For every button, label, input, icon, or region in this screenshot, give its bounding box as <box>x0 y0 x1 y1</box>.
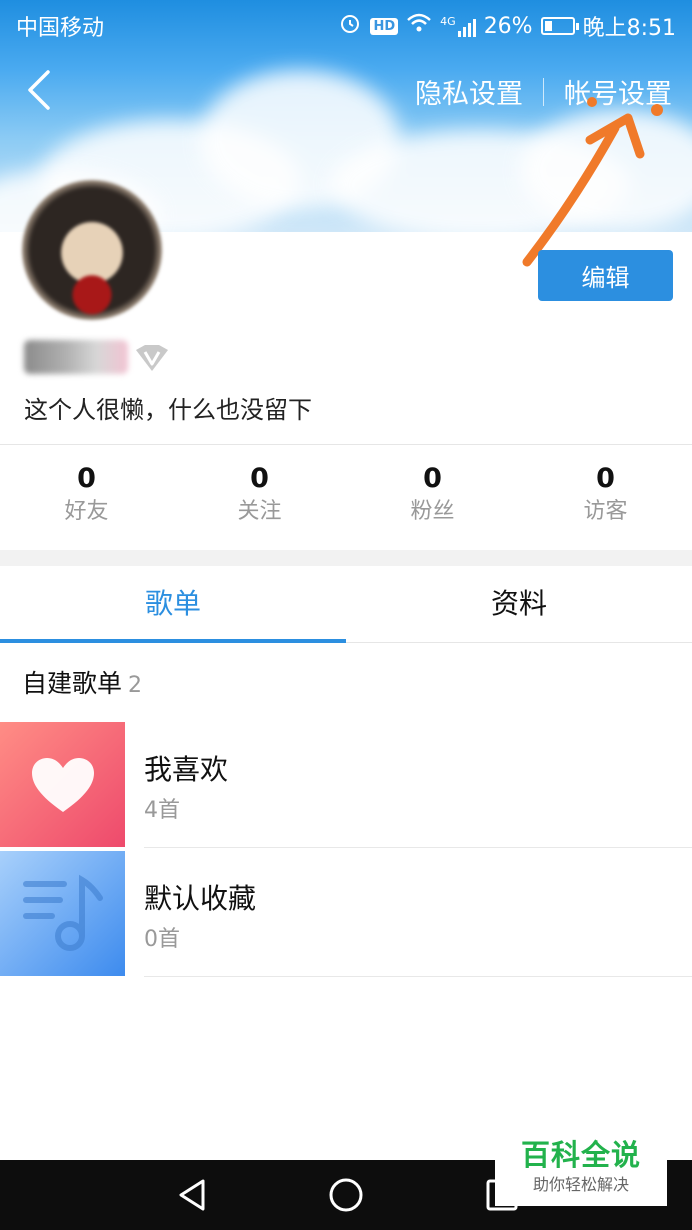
section-title-text: 自建歌单 <box>22 669 123 698</box>
watermark-title: 百科全说 <box>520 1138 641 1172</box>
avatar[interactable] <box>22 180 162 320</box>
clock: 晚上8:51 <box>582 16 676 41</box>
circle-home-icon <box>329 1178 363 1212</box>
playlist-name: 默认收藏 <box>144 882 257 915</box>
username <box>24 340 128 374</box>
wifi-icon <box>406 12 432 40</box>
stat-fans[interactable]: 0 粉丝 <box>346 462 519 542</box>
playlist-count: 4首 <box>144 798 180 823</box>
back-arrow-icon <box>28 70 50 110</box>
stats-row: 0 好友 0 关注 0 粉丝 0 访客 <box>0 462 692 542</box>
account-settings-link[interactable]: 帐号设置 <box>564 72 672 111</box>
battery-icon <box>540 17 579 35</box>
header-actions: 隐私设置 帐号设置 <box>415 72 672 111</box>
music-list-icon <box>22 874 103 951</box>
stat-label: 好友 <box>64 499 109 524</box>
stat-label: 粉丝 <box>410 499 455 524</box>
edit-profile-button[interactable]: 编辑 <box>538 250 673 301</box>
playlist-cover <box>0 722 125 847</box>
triangle-back-icon <box>179 1179 205 1211</box>
battery-percent: 26% <box>483 13 533 39</box>
stat-visitors[interactable]: 0 访客 <box>519 462 692 542</box>
signal-icon: 4G <box>440 15 476 37</box>
watermark: 百科全说 助你轻松解决 <box>495 1136 667 1206</box>
stat-value: 0 <box>423 463 442 494</box>
section-count: 2 <box>128 673 143 698</box>
stat-label: 访客 <box>583 499 628 524</box>
stat-friends[interactable]: 0 好友 <box>0 462 173 542</box>
privacy-settings-link[interactable]: 隐私设置 <box>415 72 523 111</box>
playlist-cover <box>0 851 125 976</box>
alarm-icon <box>338 11 362 41</box>
nav-back-button[interactable] <box>173 1175 213 1215</box>
divider <box>144 847 692 848</box>
stat-following[interactable]: 0 关注 <box>173 462 346 542</box>
network-type: 4G <box>440 15 456 28</box>
playlist-name: 我喜欢 <box>144 753 229 786</box>
section-gap <box>0 550 692 566</box>
tab-profile-info[interactable]: 资料 <box>346 566 692 642</box>
heart-icon <box>31 757 94 812</box>
profile-bio: 这个人很懒，什么也没留下 <box>24 396 312 424</box>
stat-value: 0 <box>77 463 96 494</box>
watermark-subtitle: 助你轻松解决 <box>532 1175 629 1194</box>
hd-icon: HD <box>370 17 399 35</box>
playlist-count: 0首 <box>144 927 180 952</box>
stat-value: 0 <box>250 463 269 494</box>
carrier-name: 中国移动 <box>16 16 105 41</box>
tab-playlists[interactable]: 歌单 <box>0 566 346 643</box>
divider <box>144 976 692 977</box>
profile-tabs: 歌单 资料 <box>0 566 692 643</box>
stat-value: 0 <box>596 463 615 494</box>
playlist-item-default-collection[interactable]: 默认收藏 0首 <box>0 851 692 977</box>
status-bar: 中国移动 HD 4G 26% 晚上8:51 <box>0 0 692 48</box>
playlist-item-favorites[interactable]: 我喜欢 4首 <box>0 722 692 848</box>
nav-home-button[interactable] <box>326 1175 366 1215</box>
vip-badge-icon <box>133 344 171 372</box>
section-title: 自建歌单 2 <box>22 664 142 700</box>
back-button[interactable] <box>20 66 64 114</box>
header-divider <box>543 77 544 106</box>
stat-label: 关注 <box>237 499 282 524</box>
divider <box>0 444 692 445</box>
